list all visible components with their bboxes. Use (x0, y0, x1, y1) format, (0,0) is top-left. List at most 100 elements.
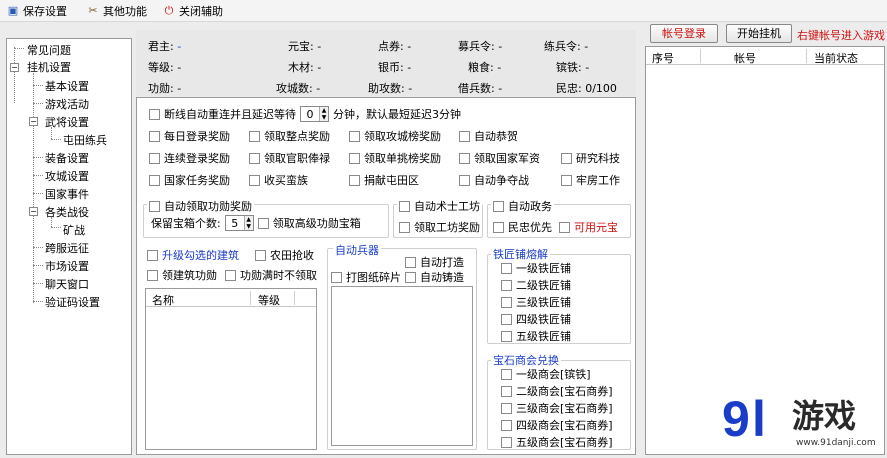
loyalty-value: 0/100 (585, 82, 617, 95)
auto-craft-checkbox[interactable] (399, 200, 410, 212)
single-challenge-checkbox[interactable] (349, 152, 360, 164)
gem-4-checkbox[interactable] (501, 419, 512, 431)
farm-harvest-checkbox[interactable] (255, 249, 266, 261)
building-list[interactable]: 名称 等级 (145, 288, 317, 450)
tree-item-basic[interactable]: 基本设置 (45, 78, 89, 94)
col-name[interactable]: 名称 (152, 292, 174, 308)
tree-item-cross-server[interactable]: 跨服远征 (45, 240, 89, 256)
assist-value: - (408, 82, 413, 95)
merit-full-checkbox[interactable] (225, 269, 236, 281)
col-status[interactable]: 当前状态 (814, 50, 858, 66)
upgrade-building-checkbox[interactable] (147, 249, 158, 261)
status-panel: 君主: - 元宝: - 点券: - 募兵令: - 练兵令: - 等级: - 木材… (136, 30, 636, 96)
prison-work-checkbox[interactable] (561, 174, 572, 186)
tree-item-captcha[interactable]: 验证码设置 (45, 294, 100, 310)
tree-item-national[interactable]: 国家事件 (45, 186, 89, 202)
gem-2-label: 二级商会[宝石商券] (516, 385, 613, 398)
gem-5-checkbox[interactable] (501, 436, 512, 448)
fragments-label: 打图纸碎片 (346, 271, 401, 284)
national-task-label: 国家任务奖励 (164, 174, 230, 187)
tree-item-market[interactable]: 市场设置 (45, 258, 89, 274)
collapse-icon[interactable]: − (29, 117, 38, 126)
auto-fight-checkbox[interactable] (459, 174, 470, 186)
craft-title: 自动术士工坊 (414, 200, 480, 213)
gem-2-checkbox[interactable] (501, 385, 512, 397)
weapon-group-title: 自动兵器 (333, 242, 381, 258)
official-salary-checkbox[interactable] (249, 152, 260, 164)
collect-tribe-checkbox[interactable] (249, 174, 260, 186)
stepper-arrows-icon[interactable]: ▲ ▼ (319, 107, 328, 121)
other-functions-button[interactable]: ✂ 其他功能 (86, 3, 147, 19)
stepper-arrows-icon[interactable]: ▲ ▼ (243, 216, 253, 230)
smith-3-checkbox[interactable] (501, 296, 512, 308)
tree-item-faq[interactable]: 常见问题 (27, 42, 71, 58)
national-funds-checkbox[interactable] (459, 152, 470, 164)
watermark-logo: 9 (722, 391, 750, 447)
use-ingot-checkbox[interactable] (559, 221, 570, 233)
account-login-button[interactable]: 帐号登录 (650, 24, 718, 43)
research-checkbox[interactable] (561, 152, 572, 164)
collapse-icon[interactable]: − (10, 63, 19, 72)
auto-cast-label: 自动铸造 (420, 271, 464, 284)
smith-5-checkbox[interactable] (501, 330, 512, 342)
build-merit-checkbox[interactable] (147, 269, 158, 281)
build-merit-label: 领建筑功勋 (162, 269, 217, 282)
politics-title: 自动政务 (508, 200, 552, 213)
tree-item-city-attack[interactable]: 攻城设置 (45, 168, 89, 184)
keep-box-stepper[interactable]: 5 ▲ ▼ (224, 215, 254, 231)
tree-item-game-activity[interactable]: 游戏活动 (45, 96, 89, 112)
tree-item-chat[interactable]: 聊天窗口 (45, 276, 89, 292)
smith-4-checkbox[interactable] (501, 313, 512, 325)
gem-3-checkbox[interactable] (501, 402, 512, 414)
collect-reward-checkbox[interactable] (249, 130, 260, 142)
watermark-logo-l: l (752, 391, 766, 447)
continuous-login-checkbox[interactable] (149, 152, 160, 164)
smith-5-label: 五级铁匠铺 (516, 330, 571, 343)
gem-3-label: 三级商会[宝石商券] (516, 402, 613, 415)
col-no[interactable]: 序号 (652, 50, 674, 66)
gem-1-checkbox[interactable] (501, 368, 512, 380)
auto-congrats-checkbox[interactable] (459, 130, 470, 142)
city-rank-checkbox[interactable] (349, 130, 360, 142)
borrow-value: - (498, 82, 503, 95)
city-count-value: - (316, 82, 321, 95)
close-assist-button[interactable]: ⏻ 关闭辅助 (162, 3, 223, 19)
weapon-list[interactable] (331, 286, 473, 446)
fragments-checkbox[interactable] (331, 271, 342, 283)
reconnect-checkbox[interactable] (149, 108, 160, 120)
ticket-label: 点券: (378, 40, 404, 53)
col-level[interactable]: 等级 (258, 292, 280, 308)
advanced-box-checkbox[interactable] (257, 217, 269, 229)
auto-merit-box-checkbox[interactable] (149, 200, 160, 212)
smith-1-label: 一级铁匠铺 (516, 262, 571, 275)
donate-farm-checkbox[interactable] (349, 174, 360, 186)
daily-login-checkbox[interactable] (149, 130, 160, 142)
auto-forge-checkbox[interactable] (405, 256, 416, 268)
merit-box-title: 自动领取功勋奖励 (164, 200, 252, 213)
tree-item-farm-train[interactable]: 屯田练兵 (63, 132, 107, 148)
lord-label: 君主: (148, 40, 174, 53)
tree-item-equipment[interactable]: 装备设置 (45, 150, 89, 166)
keep-box-value: 5 (231, 216, 239, 230)
auto-cast-checkbox[interactable] (405, 271, 416, 283)
smith-1-checkbox[interactable] (501, 262, 512, 274)
national-task-checkbox[interactable] (149, 174, 160, 186)
continuous-login-label: 连续登录奖励 (164, 152, 230, 165)
auto-politics-checkbox[interactable] (493, 200, 504, 212)
smith-2-checkbox[interactable] (501, 279, 512, 291)
reconnect-delay-value: 0 (306, 107, 314, 121)
train-label: 练兵令: (544, 40, 581, 53)
workshop-reward-checkbox[interactable] (399, 221, 410, 233)
loyalty-first-checkbox[interactable] (493, 221, 504, 233)
other-functions-label: 其他功能 (103, 5, 147, 18)
silver-value: - (407, 61, 412, 74)
save-settings-button[interactable]: ▣ 保存设置 (6, 3, 67, 19)
account-list-header: 序号 帐号 当前状态 (646, 47, 884, 65)
collect-tribe-label: 收买蛮族 (264, 174, 308, 187)
reconnect-delay-stepper[interactable]: 0 ▲ ▼ (300, 106, 329, 122)
tree-item-mine[interactable]: 矿战 (63, 222, 85, 238)
iron-label: 镔铁: (556, 61, 582, 74)
col-account[interactable]: 帐号 (734, 50, 756, 66)
collapse-icon[interactable]: − (29, 207, 38, 216)
start-hang-button[interactable]: 开始挂机 (726, 24, 792, 43)
